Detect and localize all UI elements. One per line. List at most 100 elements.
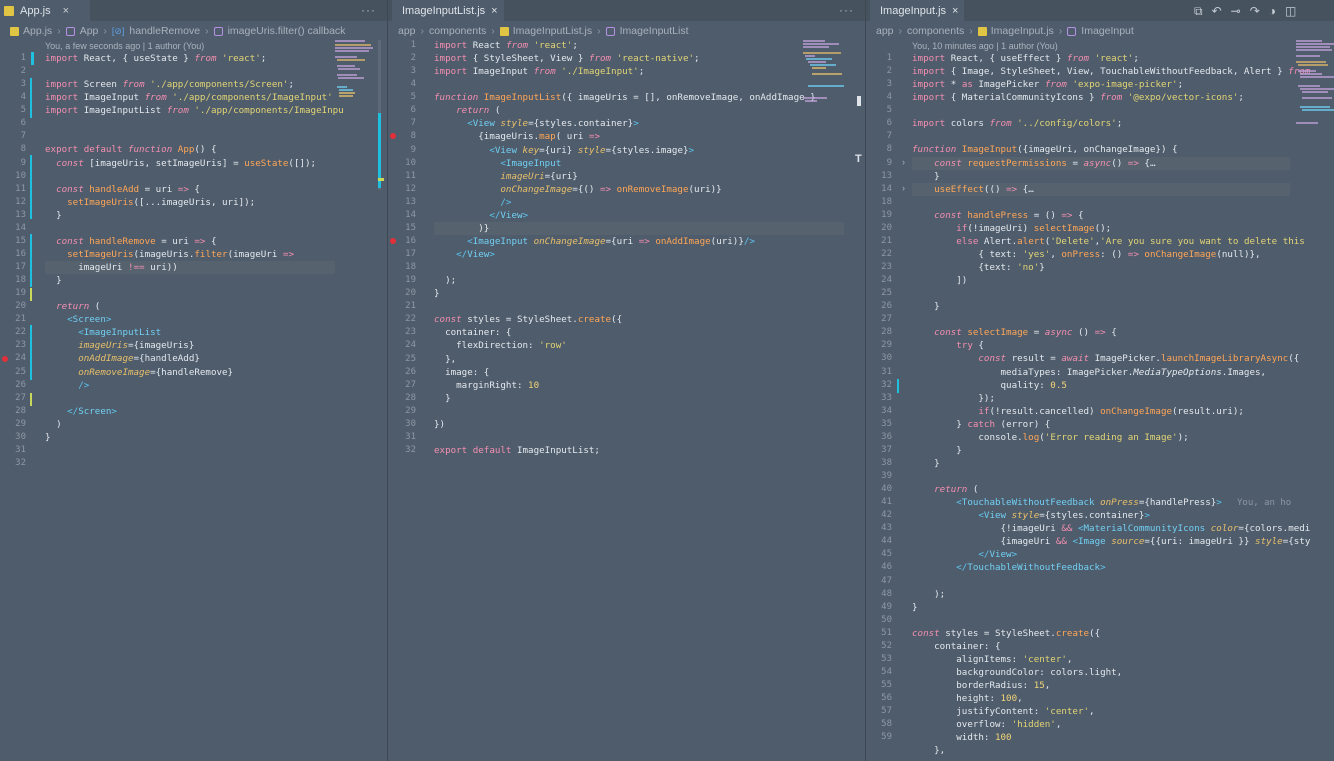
breadcrumb-item[interactable]: App — [80, 25, 99, 37]
code-line[interactable] — [912, 104, 1290, 117]
code-line[interactable]: import React, { useState } from 'react'; — [45, 52, 335, 65]
code-line[interactable]: marginRight: 10 — [434, 379, 844, 392]
code-line[interactable]: { text: 'yes', onPress: () => onChangeIm… — [912, 248, 1290, 261]
code-line[interactable]: ); — [434, 274, 844, 287]
code-line[interactable] — [45, 65, 335, 78]
code-line[interactable]: }) — [434, 418, 844, 431]
code-line[interactable]: import * as ImagePicker from 'expo-image… — [912, 78, 1290, 91]
code-line[interactable]: } — [434, 392, 844, 405]
git-blame-header[interactable]: You, a few seconds ago | 1 author (You) — [45, 41, 204, 51]
code-line[interactable]: quality: 0.5 — [912, 379, 1290, 392]
code-line[interactable]: } — [912, 601, 1290, 614]
code-line[interactable]: onAddImage={handleAdd} — [45, 352, 335, 365]
code-line[interactable]: useEffect(() => {… — [912, 182, 1290, 196]
code-line[interactable]: const result = await ImagePicker.launchI… — [912, 352, 1299, 365]
code-line[interactable] — [912, 470, 1290, 483]
minimap[interactable] — [335, 40, 375, 130]
code-line[interactable]: /> — [45, 379, 335, 392]
code-line[interactable]: <View key={uri} style={styles.image}> — [434, 144, 844, 157]
minimap[interactable] — [803, 40, 844, 130]
code-line[interactable]: import colors from '../config/colors'; — [912, 117, 1290, 130]
code-line[interactable]: mediaTypes: ImagePicker.MediaTypeOptions… — [912, 366, 1290, 379]
code-line[interactable]: import ImageInputList from './app/compon… — [45, 104, 344, 117]
code-line[interactable] — [45, 392, 335, 405]
code-line[interactable]: )} — [434, 221, 844, 235]
tab-imageinputlist-js[interactable]: ImageInputList.js × — [392, 0, 504, 21]
code-line[interactable]: ) — [45, 418, 335, 431]
breadcrumb-item[interactable]: app — [398, 25, 416, 37]
breadcrumb-item[interactable]: components — [907, 25, 964, 37]
code-line[interactable]: return ( — [45, 300, 335, 313]
code-line[interactable]: const [imageUris, setImageUris] = useSta… — [45, 157, 335, 170]
code-line[interactable]: import { Image, StyleSheet, View, Toucha… — [912, 65, 1310, 78]
open-changes-icon[interactable]: ◑ — [1269, 4, 1276, 19]
code-line[interactable]: else Alert.alert('Delete','Are you sure … — [912, 235, 1305, 248]
git-compare-icon[interactable]: ⧉ — [1194, 4, 1203, 19]
code-line[interactable]: const handleAdd = uri => { — [45, 183, 335, 196]
code-line[interactable]: import Screen from './app/components/Scr… — [45, 78, 335, 91]
breadcrumb-item[interactable]: ImageInput.js — [991, 25, 1054, 37]
more-actions-icon[interactable]: ··· — [361, 3, 376, 17]
code-line[interactable] — [45, 287, 335, 300]
code-line[interactable]: const styles = StyleSheet.create({ — [434, 313, 844, 326]
breadcrumb-item[interactable]: ImageInputList.js — [513, 25, 592, 37]
code-line[interactable]: imageUri={uri} — [434, 170, 844, 183]
code-line[interactable]: </Screen> — [45, 405, 335, 418]
breadcrumb-item[interactable]: app — [876, 25, 894, 37]
code-line[interactable]: onRemoveImage={handleRemove} — [45, 366, 335, 379]
code-editor[interactable]: import React, { useEffect } from 'react'… — [912, 52, 1310, 757]
close-icon[interactable]: × — [63, 5, 69, 17]
code-line[interactable]: } — [912, 444, 1290, 457]
fold-expand-icon[interactable]: › — [902, 183, 905, 193]
code-line[interactable]: </View> — [912, 548, 1290, 561]
code-line[interactable]: {text: 'no'} — [912, 261, 1290, 274]
code-line[interactable] — [912, 614, 1290, 627]
code-line[interactable]: }, — [912, 744, 1290, 757]
code-line[interactable]: }, — [434, 353, 844, 366]
code-line[interactable] — [912, 575, 1290, 588]
code-line[interactable]: <View style={styles.container}> — [912, 509, 1290, 522]
code-line[interactable]: try { — [912, 339, 1290, 352]
code-line[interactable]: </TouchableWithoutFeedback> — [912, 561, 1290, 574]
code-line[interactable]: width: 100 — [912, 731, 1290, 744]
code-line[interactable]: const requestPermissions = async() => {… — [912, 156, 1290, 170]
code-line[interactable] — [434, 405, 844, 418]
code-line[interactable]: height: 100, — [912, 692, 1290, 705]
breakpoint-icon[interactable] — [2, 356, 8, 362]
code-line[interactable]: setImageUris([...imageUris, uri]); — [45, 196, 335, 209]
go-back-icon[interactable]: ↶ — [1212, 4, 1222, 19]
code-line[interactable]: } — [434, 287, 844, 300]
code-line[interactable]: <ImageInputList — [45, 326, 335, 339]
code-line[interactable] — [434, 78, 844, 91]
code-line[interactable]: </View> — [434, 209, 844, 222]
more-actions-icon[interactable]: ··· — [839, 3, 854, 17]
code-line[interactable]: ); — [912, 588, 1290, 601]
code-line[interactable]: image: { — [434, 366, 844, 379]
code-line[interactable]: backgroundColor: colors.light, — [912, 666, 1290, 679]
code-line[interactable]: const handlePress = () => { — [912, 209, 1290, 222]
code-line[interactable]: container: { — [434, 326, 844, 339]
code-line[interactable]: <ImageInput onChangeImage={uri => onAddI… — [434, 235, 844, 248]
code-line[interactable]: } — [912, 170, 1290, 183]
code-line[interactable]: } catch (error) { — [912, 418, 1290, 431]
code-line[interactable]: <View style={styles.container}> — [434, 117, 844, 130]
breadcrumb-item[interactable]: App.js — [23, 25, 52, 37]
tab-imageinput-js[interactable]: ImageInput.js × — [870, 0, 964, 21]
code-line[interactable] — [912, 130, 1290, 143]
go-forward-icon[interactable]: ↷ — [1250, 4, 1260, 19]
code-editor[interactable]: import React, { useState } from 'react';… — [45, 52, 344, 470]
code-line[interactable]: justifyContent: 'center', — [912, 705, 1290, 718]
git-blame-header[interactable]: You, 10 minutes ago | 1 author (You) — [912, 41, 1058, 51]
code-line[interactable]: import ImageInput from './ImageInput'; — [434, 65, 844, 78]
breadcrumb-item[interactable]: ImageInput — [1081, 25, 1134, 37]
split-editor-icon[interactable]: ◫ — [1285, 4, 1296, 19]
breadcrumb-item[interactable]: components — [429, 25, 486, 37]
code-line[interactable]: } — [45, 209, 335, 222]
code-line[interactable]: imageUris={imageUris} — [45, 339, 335, 352]
breakpoint-icon[interactable] — [390, 133, 396, 139]
code-line[interactable]: } — [912, 457, 1290, 470]
code-line[interactable]: <TouchableWithoutFeedback onPress={handl… — [912, 496, 1290, 509]
code-line[interactable]: return ( — [434, 104, 844, 117]
code-line[interactable]: ]) — [912, 274, 1290, 287]
code-line[interactable]: import React from 'react'; — [434, 39, 844, 52]
